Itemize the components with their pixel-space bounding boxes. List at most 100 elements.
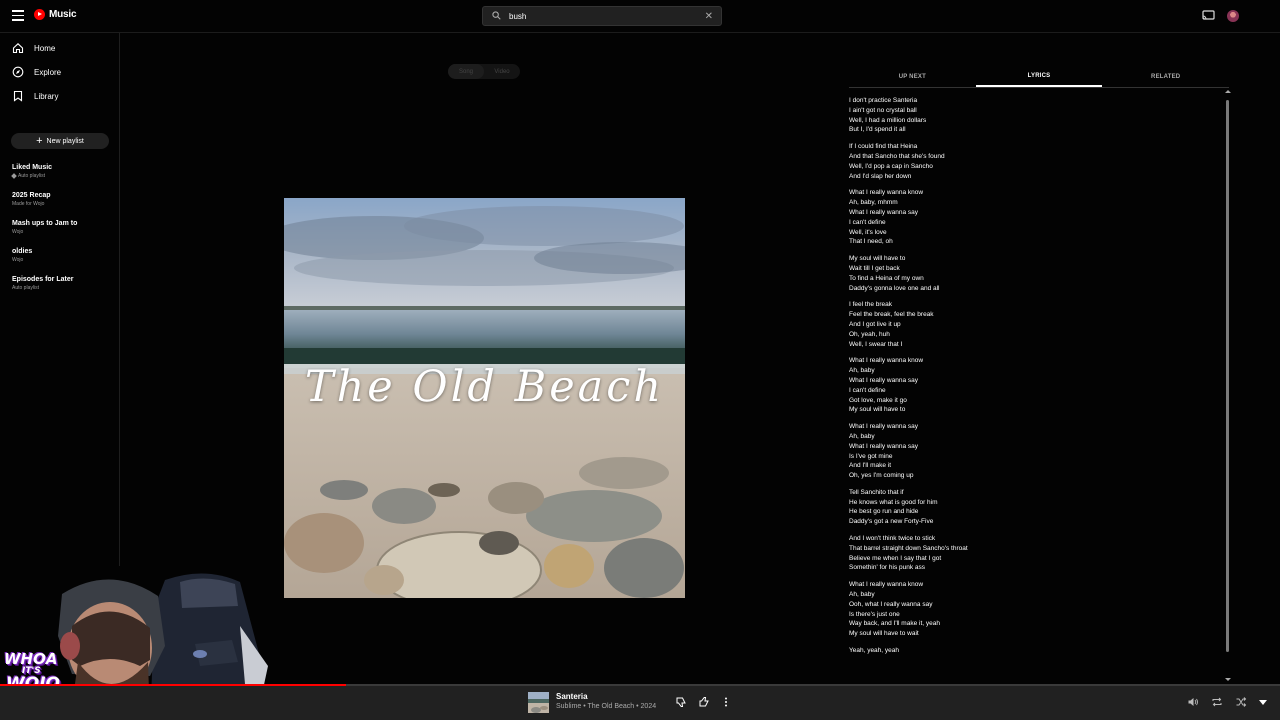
lyrics-line: What I really wanna know: [849, 581, 924, 589]
volume-icon[interactable]: [1187, 696, 1199, 708]
lyrics-line: And that Sancho that she's found: [849, 152, 945, 160]
lyrics-scrollbar[interactable]: [1226, 100, 1229, 652]
lyrics-line: Daddy's got a new Forty-Five: [849, 518, 934, 526]
playlist-subtitle: Made for Wojo: [12, 201, 45, 207]
playlist-name: 2025 Recap: [12, 192, 51, 199]
lyrics-stanza: My soul will have to Wait till I get back…: [849, 254, 1219, 293]
new-playlist-button[interactable]: + New playlist: [11, 133, 109, 149]
pin-icon: [11, 173, 17, 179]
lyrics-line: Ah, baby: [849, 591, 875, 599]
lyrics-line: And I got live it up: [849, 320, 901, 328]
progress-bar-fill: [0, 684, 346, 686]
song-toggle-button[interactable]: Song: [448, 64, 484, 79]
lyrics-line: My soul will have to wait: [849, 630, 919, 638]
sidebar-item-library[interactable]: Library: [0, 85, 119, 107]
lyrics-line: And I'll make it: [849, 462, 892, 470]
lyrics-line: I can't define: [849, 218, 886, 226]
lyrics-line: Well, it's love: [849, 228, 887, 236]
lyrics-line: Oh, yes I'm coming up: [849, 472, 914, 480]
lyrics-line: Is there's just one: [849, 610, 900, 618]
sidebar-item-home[interactable]: Home: [0, 37, 119, 59]
sidebar-item-explore[interactable]: Explore: [0, 61, 119, 83]
artwork-title-text: The Old Beach: [304, 362, 665, 412]
like-icon[interactable]: [698, 696, 710, 708]
lyrics-line: What I really wanna say: [849, 208, 919, 216]
lyrics-line: Oh, yeah, huh: [849, 330, 890, 338]
search-box[interactable]: ✕: [482, 6, 722, 26]
lyrics-line: Way back, and I'll make it, yeah: [849, 620, 940, 628]
lyrics-line: Believe me when I say that I got: [849, 554, 942, 562]
lyrics-stanza: If I could find that Heina And that Sanch…: [849, 142, 1219, 181]
tab-related[interactable]: RELATED: [1102, 66, 1229, 87]
repeat-icon[interactable]: [1211, 696, 1223, 708]
lyrics-stanza: What I really wanna know Ah, baby What I r…: [849, 356, 1219, 415]
cast-icon[interactable]: [1202, 10, 1215, 21]
lyrics-stanza: Yeah, yeah, yeah: [849, 646, 1219, 656]
clear-search-icon[interactable]: ✕: [705, 10, 713, 23]
lyrics-line: What I really wanna say: [849, 376, 919, 384]
sidebar-item-label: Library: [34, 91, 59, 101]
progress-bar[interactable]: [0, 684, 1280, 686]
lyrics-line: That barrel straight down Sancho's throa…: [849, 544, 968, 552]
playlist-item-mash-ups[interactable]: Mash ups to Jam to Wojo: [12, 220, 112, 235]
tab-up-next[interactable]: UP NEXT: [849, 66, 976, 87]
lyrics-line: Feel the break, feel the break: [849, 311, 934, 319]
song-video-toggle[interactable]: Song Video: [448, 64, 520, 79]
menu-icon[interactable]: [12, 10, 24, 22]
playlist-item-2025-recap[interactable]: 2025 Recap Made for Wojo: [12, 192, 112, 207]
app-logo[interactable]: Music: [34, 9, 77, 20]
now-playing-thumbnail[interactable]: [528, 692, 549, 713]
lyrics-line: Well, I had a million dollars: [849, 116, 927, 124]
lyrics-line: That I need, oh: [849, 238, 893, 246]
lyrics-stanza: I feel the break Feel the break, feel the…: [849, 300, 1219, 349]
tab-lyrics[interactable]: LYRICS: [975, 66, 1103, 87]
thumbnail-image: [528, 692, 549, 713]
right-panel-tabs: UP NEXT LYRICS RELATED: [849, 66, 1229, 88]
compass-icon: [12, 66, 24, 78]
lyrics-line: I can't define: [849, 386, 886, 394]
lyrics-line: Yeah, yeah, yeah: [849, 647, 899, 655]
now-playing-title[interactable]: Santeria: [556, 692, 588, 701]
playlist-name: Liked Music: [12, 164, 53, 171]
lyrics-line: What I really wanna say: [849, 423, 919, 431]
lyrics-line: Daddy's gonna love one and all: [849, 284, 940, 292]
video-toggle-button[interactable]: Video: [484, 64, 520, 79]
playlist-item-episodes-for-later[interactable]: Episodes for Later Auto playlist: [12, 276, 112, 291]
playlist-subtitle: Auto playlist: [12, 285, 39, 291]
dislike-icon[interactable]: [675, 696, 687, 708]
shuffle-icon[interactable]: [1235, 696, 1247, 708]
badge-line: WHOA: [4, 650, 58, 668]
more-options-icon[interactable]: [720, 696, 732, 708]
search-input[interactable]: [509, 10, 699, 23]
scroll-down-arrow-icon[interactable]: [1225, 678, 1231, 681]
playlist-name: Episodes for Later: [12, 276, 74, 283]
lyrics-stanza: And I won't think twice to stick That bar…: [849, 534, 1219, 573]
playlist-item-liked-music[interactable]: Liked Music Auto playlist: [11, 164, 112, 179]
top-bar: Music ✕: [0, 0, 1280, 33]
now-playing-meta[interactable]: Sublime • The Old Beach • 2024: [556, 703, 656, 710]
lyrics-line: But I, I'd spend it all: [849, 126, 906, 134]
lyrics-line: What I really wanna know: [849, 357, 924, 365]
youtube-music-logo-icon: [34, 9, 45, 20]
lyrics-stanza: I don't practice Santeria I ain't got no …: [849, 96, 1219, 135]
avatar[interactable]: [1227, 10, 1239, 22]
lyrics-line: He best go run and hide: [849, 508, 919, 516]
expand-player-icon[interactable]: [1257, 696, 1269, 708]
lyrics-line: To find a Heina of my own: [849, 274, 924, 282]
lyrics-line: Ah, baby, mhmm: [849, 199, 898, 207]
scroll-up-arrow-icon[interactable]: [1225, 90, 1231, 93]
lyrics-line: My soul will have to: [849, 255, 906, 263]
lyrics-line: And I won't think twice to stick: [849, 535, 936, 543]
lyrics-stanza: Tell Sanchito that if He knows what is go…: [849, 488, 1219, 527]
lyrics-line: Tell Sanchito that if: [849, 488, 904, 496]
album-artwork: The Old Beach: [284, 198, 685, 598]
lyrics-line: Ah, baby: [849, 367, 875, 375]
sidebar-item-label: Explore: [34, 67, 62, 77]
lyrics-line: If I could find that Heina: [849, 143, 918, 151]
playlist-subtitle: Auto playlist: [18, 173, 45, 179]
playlist-item-oldies[interactable]: oldies Wojo: [12, 248, 112, 263]
playlist-subtitle-row: Auto playlist: [11, 173, 112, 179]
lyrics-line: And I'd slap her down: [849, 172, 912, 180]
lyrics-line: Ooh, what I really wanna say: [849, 600, 933, 608]
playlist-name: oldies: [12, 248, 33, 255]
